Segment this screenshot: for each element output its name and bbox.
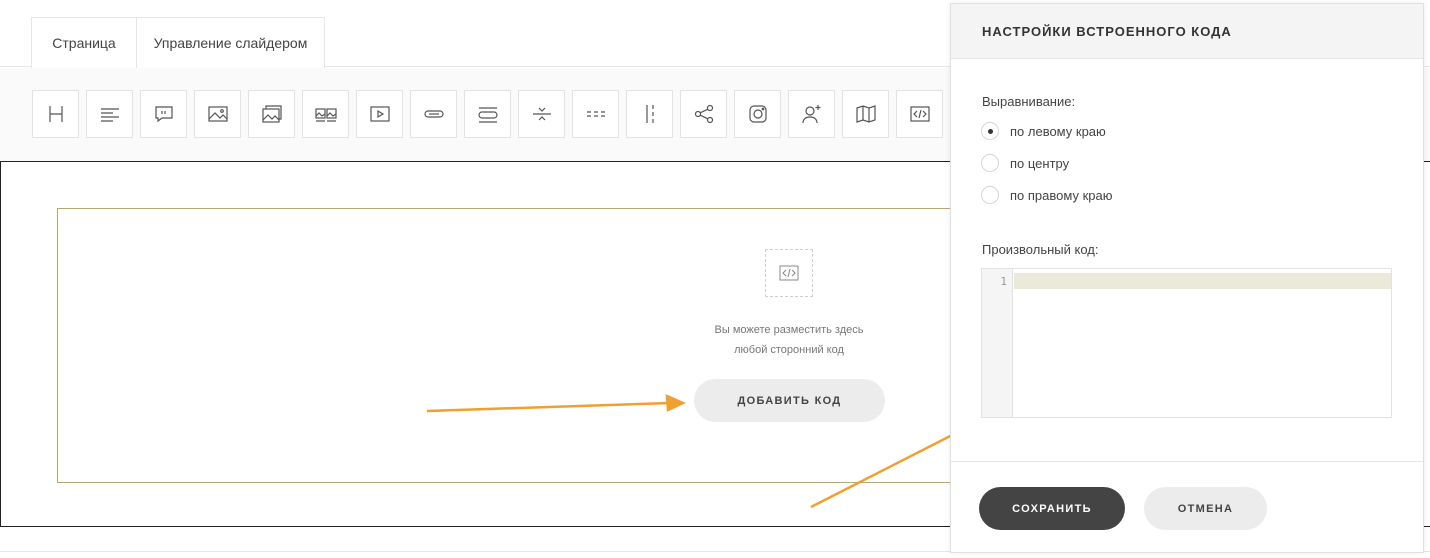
tab-page[interactable]: Страница xyxy=(31,17,137,68)
align-right-label: по правому краю xyxy=(1010,187,1113,203)
add-code-button[interactable]: ДОБАВИТЬ КОД xyxy=(694,379,885,422)
code-gutter: 1 xyxy=(982,269,1013,417)
quote-icon xyxy=(154,106,173,123)
add-user-tool-button[interactable] xyxy=(788,90,835,138)
video-tool-button[interactable] xyxy=(356,90,403,138)
align-center-label: по центру xyxy=(1010,155,1070,171)
align-right-option[interactable]: по правому краю xyxy=(981,186,1112,204)
map-tool-button[interactable] xyxy=(842,90,889,138)
align-left-label: по левому краю xyxy=(1010,123,1106,139)
align-left-option[interactable]: по левому краю xyxy=(981,122,1106,140)
images-pair-icon xyxy=(314,108,337,122)
alignment-label: Выравнивание: xyxy=(982,94,1076,109)
radio-align-left[interactable] xyxy=(981,122,999,140)
video-icon xyxy=(369,106,390,122)
heading-icon xyxy=(48,106,63,122)
buttons-group-icon xyxy=(477,107,498,123)
embed-code-icon xyxy=(779,265,799,281)
gallery-icon xyxy=(261,105,282,123)
instagram-tool-button[interactable] xyxy=(734,90,781,138)
gallery-tool-button[interactable] xyxy=(248,90,295,138)
heading-tool-button[interactable] xyxy=(32,90,79,138)
embed-hint-text: Вы можете разместить здесь любой сторонн… xyxy=(689,320,889,360)
quote-tool-button[interactable] xyxy=(140,90,187,138)
buttons-group-tool-button[interactable] xyxy=(464,90,511,138)
embed-code-icon xyxy=(909,106,930,122)
radio-align-center[interactable] xyxy=(981,154,999,172)
hint-line-2: любой сторонний код xyxy=(734,344,844,356)
radio-align-right[interactable] xyxy=(981,186,999,204)
share-icon xyxy=(694,104,713,124)
image-icon xyxy=(207,106,228,122)
map-icon xyxy=(855,105,876,123)
embed-settings-panel: НАСТРОЙКИ ВСТРОЕННОГО КОДА Выравнивание:… xyxy=(950,3,1424,553)
code-editor[interactable]: 1 xyxy=(981,268,1392,418)
image-tool-button[interactable] xyxy=(194,90,241,138)
panel-footer-divider xyxy=(951,461,1423,462)
code-active-line[interactable] xyxy=(1014,273,1391,289)
button-icon xyxy=(423,110,444,118)
images-pair-tool-button[interactable] xyxy=(302,90,349,138)
text-tool-button[interactable] xyxy=(86,90,133,138)
button-tool-button[interactable] xyxy=(410,90,457,138)
dashed-divider-tool-button[interactable] xyxy=(572,90,619,138)
column-divider-tool-button[interactable] xyxy=(626,90,673,138)
dashed-divider-icon xyxy=(586,111,605,117)
divider-tool-button[interactable] xyxy=(518,90,565,138)
cancel-button[interactable]: ОТМЕНА xyxy=(1144,487,1267,530)
embed-code-tool-button[interactable] xyxy=(896,90,943,138)
line-number: 1 xyxy=(1000,275,1007,288)
share-tool-button[interactable] xyxy=(680,90,727,138)
column-divider-icon xyxy=(645,105,654,123)
divider-icon xyxy=(532,107,551,121)
instagram-icon xyxy=(748,105,767,123)
text-align-icon xyxy=(100,108,119,122)
align-center-option[interactable]: по центру xyxy=(981,154,1069,172)
save-button[interactable]: СОХРАНИТЬ xyxy=(979,487,1125,530)
custom-code-label: Произвольный код: xyxy=(982,242,1099,257)
embed-placeholder xyxy=(765,249,813,297)
panel-title: НАСТРОЙКИ ВСТРОЕННОГО КОДА xyxy=(951,4,1423,59)
tab-slider-management[interactable]: Управление слайдером xyxy=(136,17,325,68)
add-user-icon xyxy=(801,105,820,124)
hint-line-1: Вы можете разместить здесь xyxy=(714,324,864,336)
